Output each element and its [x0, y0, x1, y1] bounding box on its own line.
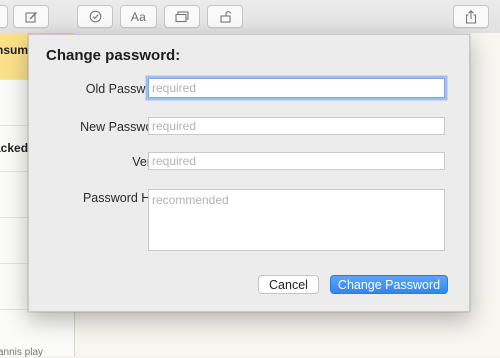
- table-button[interactable]: [164, 5, 200, 28]
- format-button[interactable]: Aa: [120, 5, 157, 28]
- checklist-button[interactable]: [77, 5, 113, 28]
- toolbar: Aa: [0, 0, 500, 34]
- table-icon: [175, 10, 189, 23]
- lock-button[interactable]: [207, 5, 243, 28]
- old-password-field[interactable]: [148, 78, 445, 98]
- sidebar-toggle-button[interactable]: [0, 5, 8, 28]
- change-password-button[interactable]: Change Password: [330, 275, 448, 294]
- note-title: acked: [0, 141, 29, 155]
- dialog-title: Change password:: [46, 47, 181, 64]
- note-title: nsum: [0, 43, 29, 57]
- verify-password-field[interactable]: [148, 152, 445, 170]
- new-password-field[interactable]: [148, 117, 445, 135]
- lock-icon: [219, 10, 232, 23]
- change-password-dialog: Change password: Old Password: New Passw…: [28, 34, 470, 312]
- share-button[interactable]: [453, 5, 489, 28]
- compose-button[interactable]: [13, 5, 49, 28]
- cancel-button[interactable]: Cancel: [258, 275, 319, 294]
- format-icon: Aa: [130, 9, 147, 24]
- compose-icon: [24, 11, 38, 23]
- note-snippet: annis play: [0, 347, 44, 358]
- share-icon: [465, 9, 477, 24]
- checklist-icon: [89, 10, 102, 23]
- password-hint-field[interactable]: [148, 189, 445, 251]
- note-list-item[interactable]: annis play: [0, 309, 74, 358]
